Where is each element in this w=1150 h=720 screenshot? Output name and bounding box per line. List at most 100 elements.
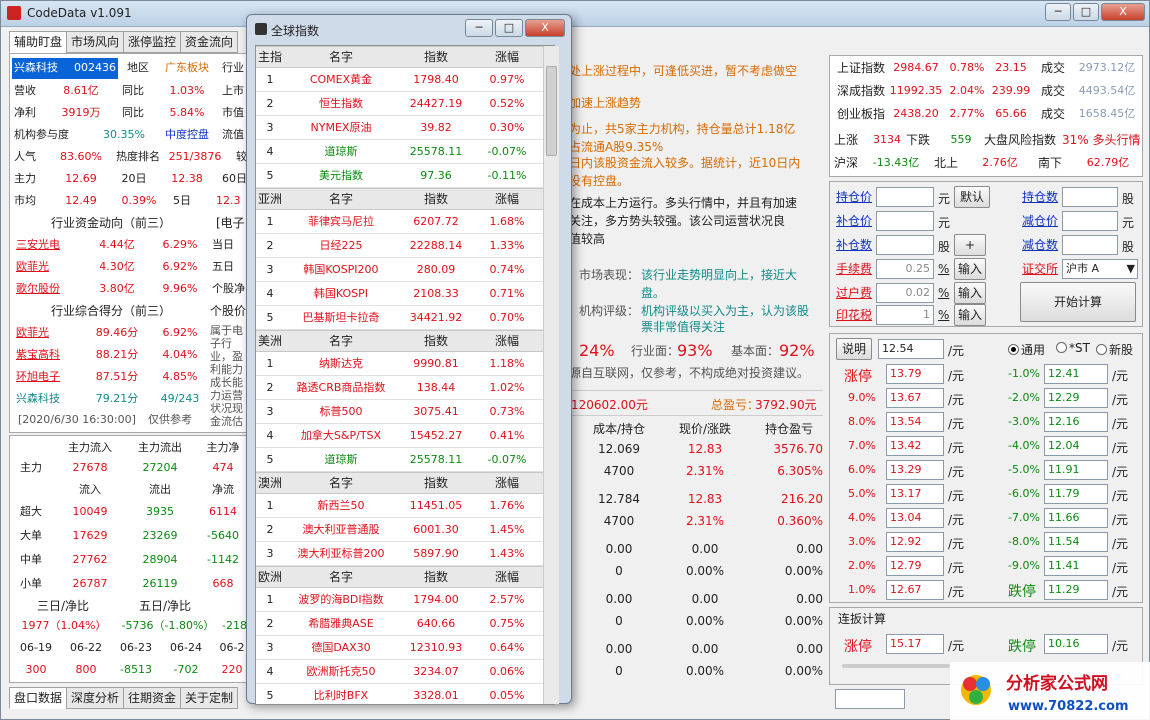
table-row[interactable]: 1 COMEX黄金 1798.40 0.97% bbox=[256, 68, 554, 92]
table-row[interactable]: 2 日经225 22288.14 1.33% bbox=[256, 234, 554, 258]
table-row[interactable]: 3 NYMEX原油 39.82 0.30% bbox=[256, 116, 554, 140]
table-row[interactable]: 1 纳斯达克 9990.81 1.18% bbox=[256, 352, 554, 376]
default-button[interactable]: 默认 bbox=[954, 186, 990, 208]
table-row[interactable]: 4 韩国KOSPI 2108.33 0.71% bbox=[256, 282, 554, 306]
stamp-input-button[interactable]: 输入 bbox=[954, 304, 986, 326]
limit-price-neg-1[interactable]: 12.41 bbox=[1044, 364, 1108, 384]
limit-price-pos[interactable]: 13.04 bbox=[886, 508, 944, 528]
tab-custom[interactable]: 关于定制 bbox=[180, 687, 239, 709]
cont-down-value[interactable]: 10.16 bbox=[1044, 634, 1108, 654]
add-price-input[interactable] bbox=[876, 211, 934, 231]
limit-price-pos[interactable]: 13.42 bbox=[886, 436, 944, 456]
table-row[interactable]: 5 比利时BFX 3328.01 0.05% bbox=[256, 684, 554, 704]
table-row[interactable]: 2 路透CRB商品指数 138.44 1.02% bbox=[256, 376, 554, 400]
float-minimize-button[interactable]: ─ bbox=[465, 19, 493, 37]
mode-general[interactable]: 通用 bbox=[1008, 341, 1045, 358]
tab-market-wind[interactable]: 市场风向 bbox=[66, 31, 125, 53]
global-scrollbar[interactable] bbox=[543, 46, 559, 704]
hold-qty-input[interactable] bbox=[1062, 187, 1118, 207]
tab-fund-flow[interactable]: 资金流向 bbox=[180, 31, 239, 53]
base-price-input[interactable]: 12.54 bbox=[878, 339, 944, 359]
table-row[interactable]: 1 新西兰50 11451.05 1.76% bbox=[256, 494, 554, 518]
table-row[interactable]: 5 巴基斯坦卡拉奇 34421.92 0.70% bbox=[256, 306, 554, 330]
ind-fund-name-1[interactable]: 三安光电 bbox=[16, 235, 78, 256]
table-row[interactable]: 5 道琼斯 25578.11 -0.07% bbox=[256, 448, 554, 472]
table-row[interactable]: 4 欧洲斯托克50 3234.07 0.06% bbox=[256, 660, 554, 684]
hold-price-input[interactable] bbox=[876, 187, 934, 207]
float-close-button[interactable]: X bbox=[525, 19, 565, 37]
minimize-button[interactable]: ─ bbox=[1045, 3, 1071, 21]
limit-down-value[interactable]: 11.29 bbox=[1044, 580, 1108, 600]
plus-button[interactable]: + bbox=[954, 234, 986, 256]
limit-price-neg[interactable]: 12.16 bbox=[1044, 412, 1108, 432]
limit-price-pos[interactable]: 13.17 bbox=[886, 484, 944, 504]
transfer-input[interactable]: 0.02 bbox=[876, 283, 934, 303]
table-row[interactable]: 1 波罗的海BDI指数 1794.00 2.57% bbox=[256, 588, 554, 612]
cont-slider[interactable] bbox=[842, 664, 950, 668]
limit-price-pos[interactable]: 13.67 bbox=[886, 388, 944, 408]
limit-price-pos[interactable]: 12.79 bbox=[886, 556, 944, 576]
start-calc-button[interactable]: 开始计算 bbox=[1020, 282, 1136, 322]
tab-assist[interactable]: 辅助盯盘 bbox=[9, 31, 68, 53]
limit-price-neg[interactable]: 11.79 bbox=[1044, 484, 1108, 504]
float-maximize-button[interactable]: □ bbox=[495, 19, 523, 37]
stamp-input[interactable]: 1 bbox=[876, 305, 934, 325]
ind-score-name-4[interactable]: 兴森科技 bbox=[16, 389, 78, 410]
org-rating-text-2: 票非常值得关注 bbox=[641, 320, 726, 334]
ind-score-name-2[interactable]: 紫宝高科 bbox=[16, 345, 78, 366]
flow-main-in: 27678 bbox=[72, 461, 108, 474]
limit-price-pos[interactable]: 12.92 bbox=[886, 532, 944, 552]
table-row[interactable]: 3 韩国KOSPI200 280.09 0.74% bbox=[256, 258, 554, 282]
down-count-label: 下跌 bbox=[906, 133, 931, 147]
mode-new[interactable]: 新股 bbox=[1096, 341, 1133, 358]
unit-per-yuan: /元 bbox=[948, 513, 965, 527]
limit-price-pos[interactable]: 12.67 bbox=[886, 580, 944, 600]
bottom-input[interactable] bbox=[835, 689, 905, 709]
tab-quote-data[interactable]: 盘口数据 bbox=[9, 687, 68, 709]
ind-score-name-1[interactable]: 欧菲光 bbox=[16, 323, 78, 344]
reduce-price-input[interactable] bbox=[1062, 211, 1118, 231]
stock-code[interactable]: 002436 bbox=[74, 58, 118, 79]
stock-name[interactable]: 兴森科技 bbox=[12, 58, 74, 79]
tab-history-fund[interactable]: 往期资金 bbox=[123, 687, 182, 709]
flow-main-out: 27204 bbox=[142, 461, 178, 474]
tab-limit-monitor[interactable]: 涨停监控 bbox=[123, 31, 182, 53]
table-row[interactable]: 5 美元指数 97.36 -0.11% bbox=[256, 164, 554, 188]
table-row[interactable]: 3 德国DAX30 12310.93 0.64% bbox=[256, 636, 554, 660]
limit-price-neg[interactable]: 12.04 bbox=[1044, 436, 1108, 456]
ind-fund-name-2[interactable]: 欧菲光 bbox=[16, 257, 78, 278]
transfer-input-button[interactable]: 输入 bbox=[954, 282, 986, 304]
fee-input[interactable]: 0.25 bbox=[876, 259, 934, 279]
table-row[interactable]: 2 澳大利亚普通股 6001.30 1.45% bbox=[256, 518, 554, 542]
scroll-thumb[interactable] bbox=[546, 66, 557, 156]
table-row[interactable]: 2 希腊雅典ASE 640.66 0.75% bbox=[256, 612, 554, 636]
table-row[interactable]: 4 道琼斯 25578.11 -0.07% bbox=[256, 140, 554, 164]
limit-price-pos[interactable]: 13.29 bbox=[886, 460, 944, 480]
table-row[interactable]: 3 澳大利亚标普200 5897.90 1.43% bbox=[256, 542, 554, 566]
limit-price-pos[interactable]: 13.54 bbox=[886, 412, 944, 432]
ind-fund-name-3[interactable]: 歌尔股份 bbox=[16, 279, 78, 300]
limit-up-value[interactable]: 13.79 bbox=[886, 364, 944, 384]
reduce-qty-input[interactable] bbox=[1062, 235, 1118, 255]
ind-score-name-3[interactable]: 环旭电子 bbox=[16, 367, 78, 388]
row-rank: 2 bbox=[266, 523, 274, 536]
table-row[interactable]: 1 菲律宾马尼拉 6207.72 1.68% bbox=[256, 210, 554, 234]
fee-input-button[interactable]: 输入 bbox=[954, 258, 986, 280]
mode-st[interactable]: *ST bbox=[1056, 341, 1090, 355]
cont-up-value[interactable]: 15.17 bbox=[886, 634, 944, 654]
limit-price-neg[interactable]: 12.29 bbox=[1044, 388, 1108, 408]
maximize-button[interactable]: □ bbox=[1073, 3, 1099, 21]
tab-deep-analysis[interactable]: 深度分析 bbox=[66, 687, 125, 709]
table-row[interactable]: 2 恒生指数 24427.19 0.52% bbox=[256, 92, 554, 116]
close-button[interactable]: X bbox=[1101, 3, 1145, 21]
unit-per-yuan: /元 bbox=[1112, 441, 1129, 455]
limit-price-neg[interactable]: 11.54 bbox=[1044, 532, 1108, 552]
table-row[interactable]: 4 加拿大S&P/TSX 15452.27 0.41% bbox=[256, 424, 554, 448]
exchange-select[interactable]: 沪市 A ▼ bbox=[1062, 259, 1138, 279]
limit-price-neg[interactable]: 11.91 bbox=[1044, 460, 1108, 480]
limit-price-neg[interactable]: 11.41 bbox=[1044, 556, 1108, 576]
explain-button[interactable]: 说明 bbox=[836, 338, 872, 360]
table-row[interactable]: 3 标普500 3075.41 0.73% bbox=[256, 400, 554, 424]
limit-price-neg[interactable]: 11.66 bbox=[1044, 508, 1108, 528]
add-qty-input[interactable] bbox=[876, 235, 934, 255]
